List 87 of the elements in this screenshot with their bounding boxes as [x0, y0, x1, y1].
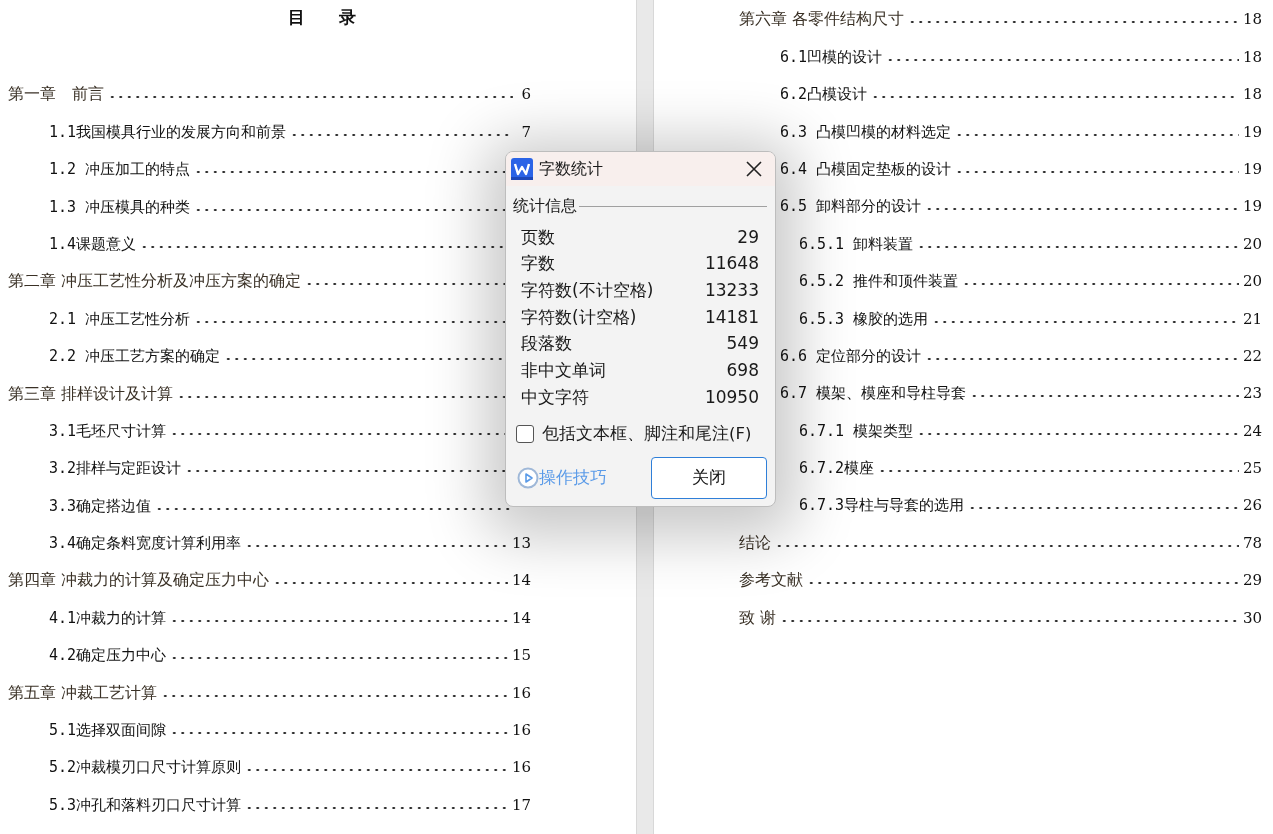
page-number: 26	[1242, 495, 1262, 516]
toc-heading: 目 录	[287, 6, 357, 29]
section-title[interactable]: 6.7.2模座	[799, 458, 875, 479]
chapter-title[interactable]: 第三章 排样设计及计算	[8, 383, 174, 404]
section-title[interactable]: 6.4 凸模固定垫板的设计	[780, 158, 952, 179]
page-number: 18	[1242, 84, 1262, 105]
chapter-title[interactable]: 致 谢	[739, 607, 777, 628]
chapter-title[interactable]: 第二章 冲压工艺性分析及冲压方案的确定	[8, 271, 302, 292]
page-number: 13	[511, 533, 531, 554]
stat-value: 10950	[704, 385, 759, 409]
checkbox[interactable]	[516, 425, 534, 444]
page-number: 19	[1242, 158, 1262, 179]
section-title[interactable]: 3.1毛坯尺寸计算	[49, 420, 167, 441]
section-title[interactable]: 3.4确定条料宽度计算利用率	[49, 533, 242, 554]
section-title[interactable]: 5.2冲裁模刃口尺寸计算原则	[49, 757, 242, 778]
section-title[interactable]: 6.6 定位部分的设计	[780, 345, 922, 366]
page-number: 22	[1242, 345, 1262, 366]
chapter-title[interactable]: 第四章 冲裁力的计算及确定压力中心	[8, 570, 270, 591]
stat-value: 11648	[704, 252, 759, 276]
stat-value: 13233	[704, 278, 759, 302]
play-icon	[517, 466, 539, 489]
stat-value: 698	[726, 359, 759, 383]
stat-label: 字符数(不计空格)	[521, 278, 654, 302]
stat-label: 中文字符	[521, 385, 589, 409]
chapter-title[interactable]: 第六章 各零件结构尺寸	[739, 9, 905, 30]
close-icon	[745, 160, 763, 178]
section-title[interactable]: 6.3 凸模凹模的材料选定	[780, 121, 952, 142]
page-number: 19	[1242, 121, 1262, 142]
stat-label: 段落数	[521, 332, 572, 356]
section-title[interactable]: 6.7 模架、模座和导柱导套	[780, 383, 967, 404]
page-number: 30	[1242, 607, 1262, 628]
page-number: 16	[511, 682, 531, 703]
section-title[interactable]: 6.1凹模的设计	[780, 46, 883, 67]
section-title[interactable]: 6.2凸模设计	[780, 84, 868, 105]
page-number: 23	[1242, 383, 1262, 404]
page-number: 20	[1242, 233, 1262, 254]
close-button[interactable]: 关闭	[651, 456, 767, 499]
stat-value: 14181	[704, 305, 759, 329]
page-number: 78	[1242, 532, 1262, 553]
dialog-title: 字数统计	[539, 158, 603, 180]
section-title[interactable]: 6.7.3导柱与导套的选用	[799, 495, 965, 516]
section-title[interactable]: 2.2 冲压工艺方案的确定	[49, 346, 221, 367]
page-number: 29	[1242, 570, 1262, 591]
app-logo-icon	[511, 158, 533, 180]
stat-value: 549	[726, 332, 759, 356]
page-number: 18	[1242, 46, 1262, 67]
page-number: 17	[511, 794, 531, 815]
stat-label: 页数	[521, 225, 555, 249]
page-number: 19	[1242, 196, 1262, 217]
page-number: 14	[511, 570, 531, 591]
section-title[interactable]: 6.5.1 卸料装置	[799, 233, 914, 254]
stat-label: 非中文单词	[521, 359, 606, 383]
section-title[interactable]: 6.5 卸料部分的设计	[780, 196, 922, 217]
page-number: 16	[511, 720, 531, 741]
page-number: 18	[1242, 9, 1262, 30]
page-number: 20	[1242, 271, 1262, 292]
section-title[interactable]: 1.3 冲压模具的种类	[49, 196, 191, 217]
page-number: 15	[511, 645, 531, 666]
section-title[interactable]: 3.2排样与定距设计	[49, 458, 182, 479]
chapter-title[interactable]: 第一章 前言	[8, 84, 104, 105]
section-title[interactable]: 2.1 冲压工艺性分析	[49, 308, 191, 329]
page-number: 25	[1242, 458, 1262, 479]
chapter-title[interactable]: 第五章 冲裁工艺计算	[8, 682, 158, 703]
page-number: 14	[511, 607, 531, 628]
chapter-title[interactable]: 参考文献	[739, 570, 803, 591]
section-title[interactable]: 1.2 冲压加工的特点	[49, 159, 191, 180]
section-title[interactable]: 6.7.1 模架类型	[799, 420, 914, 441]
stat-label: 字数	[521, 252, 555, 276]
section-label: 统计信息	[513, 195, 577, 217]
section-title[interactable]: 1.1我国模具行业的发展方向和前景	[49, 121, 287, 142]
chapter-title[interactable]: 结论	[739, 532, 771, 553]
page-number: 7	[520, 121, 531, 142]
page-number: 21	[1242, 308, 1262, 329]
page-number: 24	[1242, 420, 1262, 441]
page-number: 16	[511, 757, 531, 778]
section-title[interactable]: 3.3确定搭边值	[49, 495, 152, 516]
stat-label: 字符数(计空格)	[521, 305, 637, 329]
stat-value: 29	[737, 225, 759, 249]
section-title[interactable]: 4.2确定压力中心	[49, 645, 167, 666]
section-title[interactable]: 6.5.2 推件和顶件装置	[799, 271, 959, 292]
section-title[interactable]: 5.1选择双面间隙	[49, 720, 167, 741]
section-title[interactable]: 5.3冲孔和落料刃口尺寸计算	[49, 794, 242, 815]
section-title[interactable]: 4.1冲裁力的计算	[49, 607, 167, 628]
checkbox-label: 包括文本框、脚注和尾注(F)	[542, 422, 752, 445]
page-number: 6	[520, 84, 531, 105]
section-title[interactable]: 6.5.3 橡胶的选用	[799, 308, 929, 329]
section-title[interactable]: 1.4课题意义	[49, 233, 137, 254]
